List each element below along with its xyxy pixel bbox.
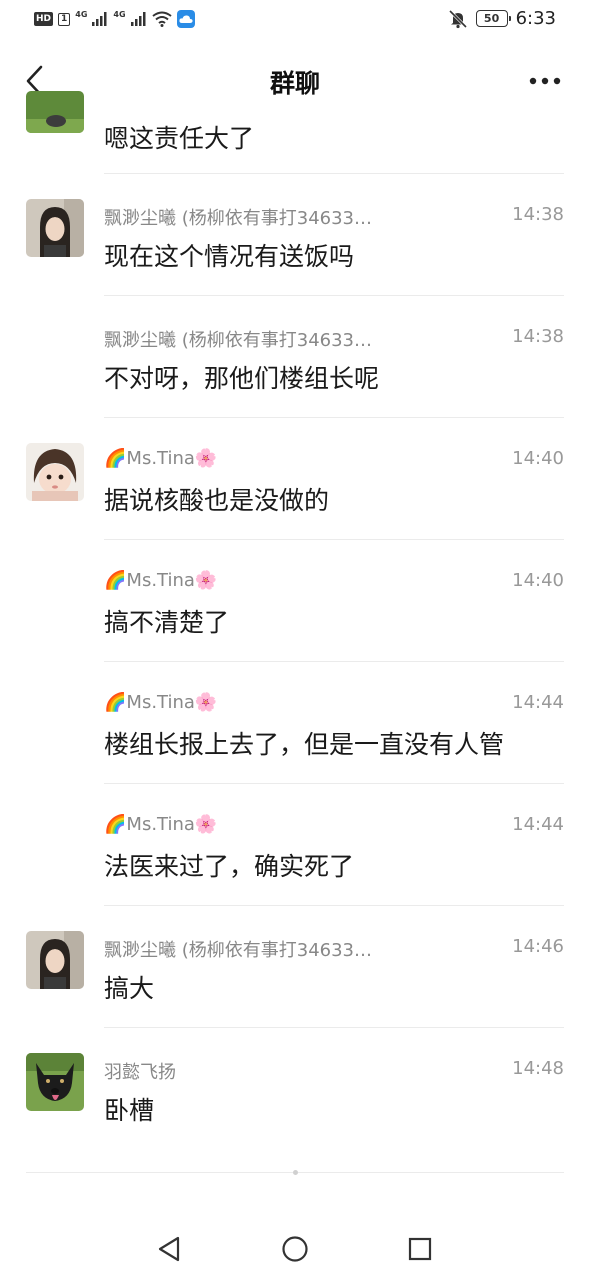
title-bar: 群聊 bbox=[0, 48, 590, 114]
message-time: 14:44 bbox=[512, 814, 564, 835]
green-avatar[interactable] bbox=[26, 91, 84, 133]
battery-icon: 50 bbox=[475, 10, 511, 27]
signal-icon bbox=[92, 12, 107, 26]
sim-badge: 1 bbox=[58, 12, 71, 26]
status-right: 50 6:33 bbox=[448, 8, 556, 29]
message-time: 14:40 bbox=[512, 448, 564, 469]
more-dots-icon bbox=[529, 77, 561, 85]
nav-home-button[interactable] bbox=[277, 1231, 313, 1267]
message-time: 14:38 bbox=[512, 204, 564, 225]
status-bar: HD 1 4G 4G 50 6:33 bbox=[0, 0, 590, 42]
status-time: 6:33 bbox=[515, 8, 556, 29]
home-circle-icon bbox=[282, 1236, 308, 1262]
recents-square-icon bbox=[408, 1237, 432, 1261]
message-time: 14:48 bbox=[512, 1058, 564, 1079]
weather-icon bbox=[176, 10, 195, 28]
back-triangle-icon bbox=[158, 1236, 180, 1262]
more-button[interactable] bbox=[528, 66, 562, 96]
message-time: 14:40 bbox=[512, 570, 564, 591]
message-list[interactable]: 嗯这责任大了 飘渺尘曦 (杨柳依有事打34633… 14:38 现在这个情况有送… bbox=[0, 91, 590, 1150]
dog-avatar[interactable] bbox=[26, 1053, 84, 1111]
page-title: 群聊 bbox=[269, 69, 320, 98]
system-nav-bar bbox=[0, 1215, 590, 1280]
message-item[interactable]: 🌈Ms.Tina🌸 14:40 搞不清楚了 bbox=[0, 540, 590, 662]
sender-name[interactable]: 🌈Ms.Tina🌸 bbox=[104, 692, 404, 713]
signal-icon bbox=[130, 12, 146, 26]
sender-name[interactable]: 飘渺尘曦 (杨柳依有事打34633… bbox=[104, 204, 404, 230]
message-item[interactable]: 嗯这责任大了 bbox=[0, 91, 590, 174]
battery-level: 50 bbox=[483, 12, 500, 25]
sender-name[interactable]: 羽懿飞扬 bbox=[104, 1058, 404, 1084]
mute-bell-icon bbox=[448, 9, 467, 28]
sender-name[interactable]: 飘渺尘曦 (杨柳依有事打34633… bbox=[104, 326, 404, 352]
message-item[interactable]: 🌈Ms.Tina🌸 14:40 据说核酸也是没做的 bbox=[0, 418, 590, 540]
message-item[interactable]: 飘渺尘曦 (杨柳依有事打34633… 14:38 不对呀，那他们楼组长呢 bbox=[0, 296, 590, 418]
message-text: 楼组长报上去了，但是一直没有人管 bbox=[104, 730, 505, 759]
hd-badge: HD bbox=[34, 12, 54, 26]
network-label-2: 4G bbox=[113, 10, 126, 19]
scroll-indicator bbox=[293, 1170, 298, 1175]
message-time: 14:44 bbox=[512, 692, 564, 713]
message-time: 14:38 bbox=[512, 326, 564, 347]
girl-avatar[interactable] bbox=[26, 931, 84, 989]
message-text: 嗯这责任大了 bbox=[104, 124, 255, 153]
message-item[interactable]: 🌈Ms.Tina🌸 14:44 法医来过了，确实死了 bbox=[0, 784, 590, 906]
sender-name[interactable]: 🌈Ms.Tina🌸 bbox=[104, 814, 404, 835]
message-text: 法医来过了，确实死了 bbox=[104, 852, 355, 881]
message-text: 现在这个情况有送饭吗 bbox=[104, 242, 355, 271]
nav-recents-button[interactable] bbox=[402, 1231, 438, 1267]
sender-name[interactable]: 🌈Ms.Tina🌸 bbox=[104, 570, 404, 591]
message-text: 据说核酸也是没做的 bbox=[104, 486, 330, 515]
status-left: HD 1 4G 4G bbox=[34, 10, 195, 28]
message-text: 搞大 bbox=[104, 974, 155, 1003]
message-item[interactable]: 羽懿飞扬 14:48 卧槽 bbox=[0, 1028, 590, 1150]
girl-avatar[interactable] bbox=[26, 199, 84, 257]
message-item[interactable]: 飘渺尘曦 (杨柳依有事打34633… 14:38 现在这个情况有送饭吗 bbox=[0, 174, 590, 296]
network-label-1: 4G bbox=[75, 10, 88, 19]
sender-name[interactable]: 🌈Ms.Tina🌸 bbox=[104, 448, 404, 469]
sender-name[interactable]: 飘渺尘曦 (杨柳依有事打34633… bbox=[104, 936, 404, 962]
wifi-icon bbox=[151, 11, 172, 27]
nav-back-button[interactable] bbox=[151, 1231, 187, 1267]
message-text: 卧槽 bbox=[104, 1096, 155, 1125]
message-item[interactable]: 🌈Ms.Tina🌸 14:44 楼组长报上去了，但是一直没有人管 bbox=[0, 662, 590, 784]
message-text: 不对呀，那他们楼组长呢 bbox=[104, 364, 380, 393]
message-time: 14:46 bbox=[512, 936, 564, 957]
child-avatar[interactable] bbox=[26, 443, 84, 501]
message-text: 搞不清楚了 bbox=[104, 608, 230, 637]
message-item[interactable]: 飘渺尘曦 (杨柳依有事打34633… 14:46 搞大 bbox=[0, 906, 590, 1028]
